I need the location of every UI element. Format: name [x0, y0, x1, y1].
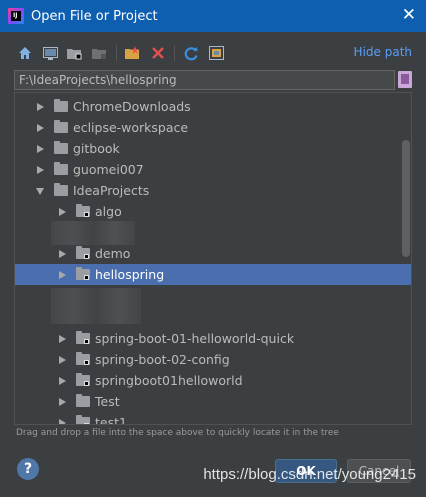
redacted-area [51, 221, 135, 245]
project-folder-icon [76, 267, 90, 280]
tree-item-label: hellospring [95, 267, 165, 282]
tree-item-label: IdeaProjects [73, 183, 150, 198]
project-folder-icon [76, 352, 90, 365]
tree-item-spring-boot-02[interactable]: spring-boot-02-config [15, 349, 411, 370]
tree-item-spring-boot-01[interactable]: spring-boot-01-helloworld-quick [15, 328, 411, 349]
home-icon[interactable] [16, 44, 34, 62]
tree-item-hellospring[interactable]: hellospring [15, 264, 411, 285]
project-folder-icon [76, 246, 90, 259]
project-folder-icon[interactable] [66, 44, 84, 62]
toolbar [16, 42, 232, 64]
toolbar-separator [174, 45, 175, 61]
tree-item-label: guomei007 [73, 162, 144, 177]
folder-icon [54, 183, 68, 196]
intellij-logo-icon: IJ [8, 8, 24, 24]
tree-item-label: gitbook [73, 141, 120, 156]
tree-item-label: spring-boot-01-helloworld-quick [95, 331, 295, 346]
tree-item-guomei007[interactable]: guomei007 [15, 159, 411, 180]
refresh-icon[interactable] [182, 44, 200, 62]
tree-item-eclipse-workspace[interactable]: eclipse-workspace [15, 117, 411, 138]
project-folder-icon [76, 373, 90, 386]
watermark: https://blog.csdn.net/young2415 [203, 466, 416, 483]
tree-item-algo[interactable]: algo [15, 201, 411, 222]
tree-item-label: eclipse-workspace [73, 120, 189, 135]
hide-path-link[interactable]: Hide path [354, 45, 412, 59]
expand-arrow-icon[interactable] [37, 144, 44, 153]
desktop-icon[interactable] [41, 44, 59, 62]
tree-item-demo[interactable]: demo [15, 243, 411, 264]
tree-item-test1[interactable]: test1 [15, 412, 411, 425]
expand-arrow-icon[interactable] [37, 165, 44, 174]
expand-arrow-icon[interactable] [59, 207, 66, 216]
tree-item-label: algo [95, 204, 122, 219]
folder-icon [76, 394, 90, 407]
show-hidden-icon[interactable] [207, 44, 225, 62]
tree-item-test[interactable]: Test [15, 391, 411, 412]
folder-icon [54, 120, 68, 133]
collapse-arrow-icon[interactable] [36, 188, 44, 195]
tree-item-label: test1 [95, 415, 127, 425]
tree-item-label: ChromeDownloads [73, 99, 191, 114]
path-history-icon[interactable] [398, 71, 412, 88]
tree-item-springboot01helloworld[interactable]: springboot01helloworld [15, 370, 411, 391]
project-folder-icon [76, 331, 90, 344]
expand-arrow-icon[interactable] [59, 397, 66, 406]
dialog-title: Open File or Project [31, 8, 158, 24]
tree-item-label: springboot01helloworld [95, 373, 243, 388]
folder-icon [54, 99, 68, 112]
close-icon[interactable]: ✕ [402, 5, 416, 25]
expand-arrow-icon[interactable] [59, 376, 66, 385]
folder-icon [54, 141, 68, 154]
expand-arrow-icon[interactable] [37, 123, 44, 132]
expand-arrow-icon[interactable] [59, 334, 66, 343]
expand-arrow-icon[interactable] [59, 249, 66, 258]
tree-item-label: demo [95, 246, 131, 261]
project-folder-icon [76, 204, 90, 217]
help-button[interactable]: ? [17, 458, 39, 480]
tree-item-label: spring-boot-02-config [95, 352, 230, 367]
project-folder-icon [76, 415, 90, 424]
expand-arrow-icon[interactable] [37, 102, 44, 111]
toolbar-separator [116, 45, 117, 61]
path-input[interactable]: F:\IdeaProjects\hellospring [14, 70, 395, 90]
tree-item-gitbook[interactable]: gitbook [15, 138, 411, 159]
drag-drop-hint: Drag and drop a file into the space abov… [16, 428, 339, 438]
expand-arrow-icon[interactable] [59, 355, 66, 364]
folder-icon [54, 162, 68, 175]
delete-icon[interactable] [149, 44, 167, 62]
tree-item-label: Test [95, 394, 120, 409]
title-bar: IJ Open File or Project ✕ [0, 0, 426, 32]
tree-scrollbar[interactable] [402, 140, 410, 257]
expand-arrow-icon[interactable] [59, 418, 66, 424]
expand-arrow-icon[interactable] [59, 270, 66, 279]
redacted-area [51, 288, 141, 324]
new-folder-icon[interactable] [124, 44, 142, 62]
file-tree[interactable]: ChromeDownloads eclipse-workspace gitboo… [14, 92, 412, 425]
module-folder-icon[interactable] [91, 44, 109, 62]
tree-item-chromedownloads[interactable]: ChromeDownloads [15, 96, 411, 117]
tree-item-ideaprojects[interactable]: IdeaProjects [15, 180, 411, 201]
